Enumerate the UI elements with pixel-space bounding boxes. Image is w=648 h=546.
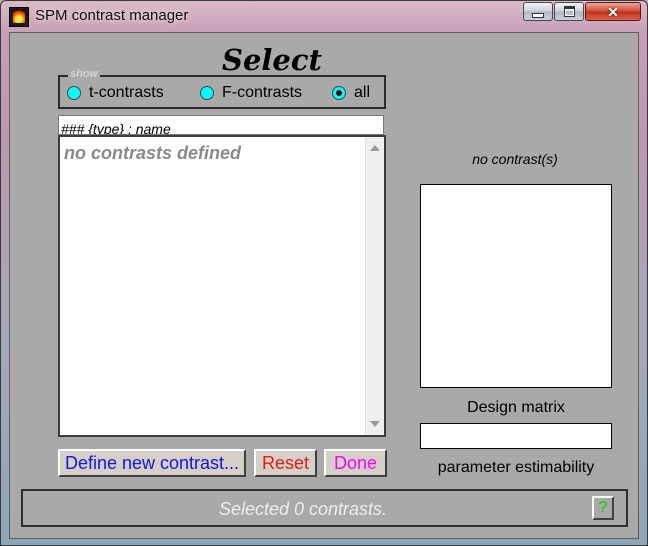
close-button[interactable]: ✕: [585, 2, 641, 21]
contrast-list-header: ### {type} : name: [58, 115, 384, 135]
radio-f-contrasts-dot[interactable]: [200, 86, 214, 100]
define-new-contrast-button[interactable]: Define new contrast...: [58, 449, 246, 477]
no-contrast-label: no contrast(s): [472, 151, 558, 167]
maximize-icon: [563, 6, 575, 17]
title-bar[interactable]: SPM contrast manager ✕: [1, 1, 648, 31]
minimize-icon: [532, 12, 544, 18]
design-matrix-display: [420, 184, 612, 388]
status-text: Selected 0 contrasts.: [218, 499, 388, 519]
radio-f-contrasts-label: F-contrasts: [222, 84, 303, 101]
help-button[interactable]: ?: [592, 496, 614, 520]
list-scrollbar[interactable]: [365, 137, 384, 435]
panel-heading: Select: [222, 43, 322, 77]
status-bar: Selected 0 contrasts. ?: [21, 489, 628, 527]
radio-t-contrasts-label: t-contrasts: [89, 84, 164, 101]
parameter-estimability-label: parameter estimability: [437, 459, 595, 476]
maximize-button[interactable]: [554, 2, 584, 21]
design-matrix-label: Design matrix: [467, 399, 565, 416]
spm-flame-icon[interactable]: [9, 7, 29, 27]
parameter-estimability-display: [420, 423, 612, 449]
contrast-manager-panel: Select show t-contrasts F-contrasts all …: [9, 32, 639, 539]
show-legend: show: [68, 68, 101, 80]
reset-button[interactable]: Reset: [254, 449, 317, 477]
radio-t-contrasts[interactable]: t-contrasts: [67, 84, 164, 102]
scroll-down-arrow-icon[interactable]: [370, 421, 380, 427]
window-title: SPM contrast manager: [35, 7, 189, 24]
radio-all-dot[interactable]: [332, 86, 346, 100]
contrast-listbox[interactable]: no contrasts defined: [58, 135, 386, 437]
radio-all-label: all: [354, 84, 371, 101]
scroll-up-arrow-icon[interactable]: [370, 145, 380, 151]
radio-f-contrasts[interactable]: F-contrasts: [200, 84, 302, 102]
done-button[interactable]: Done: [324, 449, 387, 477]
show-filter-group: show t-contrasts F-contrasts all: [58, 68, 386, 109]
close-icon: ✕: [607, 3, 619, 20]
radio-all[interactable]: all: [332, 84, 370, 102]
minimize-button[interactable]: [523, 2, 553, 21]
window-frame: SPM contrast manager ✕ Select show t-con…: [0, 0, 648, 546]
radio-t-contrasts-dot[interactable]: [67, 86, 81, 100]
empty-list-message: no contrasts defined: [64, 143, 242, 163]
